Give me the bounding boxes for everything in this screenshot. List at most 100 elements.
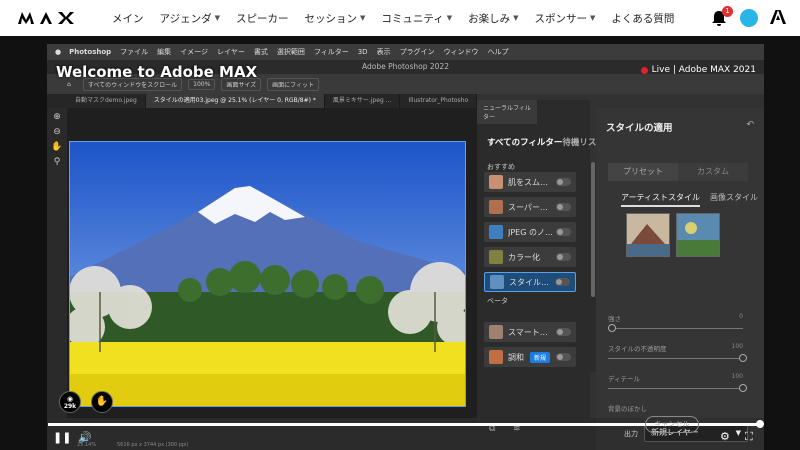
slider-detail[interactable]: ディテール 100 [608, 373, 747, 392]
pause-button[interactable]: ❚❚ [53, 431, 71, 444]
settings-button[interactable]: ⚙ [720, 430, 730, 443]
sign-language-button[interactable]: ✋ [91, 391, 113, 413]
menu-filter[interactable]: フィルター [314, 47, 349, 57]
chevron-down-icon: ▼ [735, 429, 741, 437]
menu-image[interactable]: イメージ [180, 47, 208, 57]
zoom-tool-icon[interactable]: ⚲ [47, 155, 67, 170]
menu-layer[interactable]: レイヤー [217, 47, 245, 57]
filter-style-transfer[interactable]: スタイル… [484, 272, 576, 292]
filter-toggle[interactable] [556, 178, 571, 186]
tab-artist-style[interactable]: アーティストスタイル [621, 192, 701, 207]
zoom-in-icon[interactable]: ⊕ [47, 110, 67, 125]
canvas-area[interactable] [67, 108, 477, 418]
filter-colorize[interactable]: カラー化 [484, 247, 576, 267]
chevron-down-icon: ▼ [359, 14, 366, 22]
filter-toggle[interactable] [556, 203, 571, 211]
filter-harmonization[interactable]: 調和 新規 [484, 347, 576, 367]
filter-toggle[interactable] [555, 278, 570, 286]
portrait-thumbnail [489, 200, 503, 214]
slider-strength[interactable]: 強さ 0 [608, 313, 743, 332]
beta-section-label: ベータ [487, 297, 508, 305]
tab-auto-mask[interactable]: 自動マスクdemo.jpeg [67, 94, 146, 108]
menu-type[interactable]: 書式 [254, 47, 268, 57]
neural-filters-panel: ニューラルフィルター すべてのフィルター待機リスト おすすめ 肌をスム… スーパ… [477, 100, 605, 418]
progress-knob[interactable] [756, 420, 764, 428]
filter-toggle[interactable] [556, 328, 571, 336]
menu-window[interactable]: ウィンドウ [444, 47, 479, 57]
filter-skin-smoothing[interactable]: 肌をスム… [484, 172, 576, 192]
style-thumbnail-wave[interactable] [626, 213, 670, 257]
slider-background-blur[interactable]: 背景のぼかし [608, 403, 743, 413]
nav-item-community[interactable]: コミュニティ ▼ [373, 0, 460, 36]
slider-knob[interactable] [608, 324, 616, 332]
neural-filter-tabs: すべてのフィルター待機リスト [487, 136, 605, 148]
menu-3d[interactable]: 3D [358, 48, 368, 56]
neural-filters-tab[interactable]: ニューラルフィルター [477, 100, 537, 124]
tab-all-filters[interactable]: すべてのフィルター [487, 138, 562, 148]
filter-smart-portrait[interactable]: スマート… [484, 322, 576, 342]
nav-item-sessions[interactable]: セッション ▼ [296, 0, 373, 36]
scrollbar-thumb[interactable] [591, 162, 595, 297]
adobe-logo-icon[interactable] [770, 9, 786, 28]
segment-preset[interactable]: プリセット [608, 163, 678, 181]
style-thumbnail [490, 275, 504, 289]
chevron-down-icon: ▼ [590, 14, 596, 22]
tab-style-transfer[interactable]: スタイルの適用03.jpeg @ 25.1% (レイヤー 0, RGB/8#) … [145, 94, 325, 108]
menu-help[interactable]: ヘルプ [488, 47, 509, 57]
slider-style-opacity[interactable]: スタイルの不透明度 100 [608, 343, 747, 362]
menu-photoshop[interactable]: Photoshop [69, 48, 111, 56]
nav-item-agenda[interactable]: アジェンダ ▼ [152, 0, 228, 36]
menu-edit[interactable]: 編集 [157, 47, 171, 57]
tab-landscape-mixer[interactable]: 風景ミキサー.jpeg ... [325, 94, 401, 108]
avatar[interactable] [740, 9, 758, 27]
chevron-down-icon: ▼ [446, 14, 453, 22]
menu-file[interactable]: ファイル [120, 47, 148, 57]
nav-icons: 1 [710, 0, 786, 36]
chevron-down-icon: ▼ [513, 14, 519, 22]
volume-button[interactable]: 🔊 [78, 431, 92, 444]
menu-view[interactable]: 表示 [377, 47, 391, 57]
nav-item-speakers[interactable]: スピーカー [228, 0, 297, 36]
portrait-thumbnail [489, 175, 503, 189]
gear-icon: ⚙ [720, 430, 730, 443]
undo-icon[interactable]: ↶ [746, 120, 754, 130]
zoom-out-icon[interactable]: ⊖ [47, 125, 67, 140]
filter-toggle[interactable] [556, 228, 571, 236]
viewer-count[interactable]: ◉ 29k [59, 391, 81, 413]
style-transfer-panel: スタイルの適用 ↶ プリセット カスタム アーティストスタイル 画像スタイル 強… [596, 108, 764, 418]
nav-item-fun[interactable]: お楽しみ ▼ [460, 0, 526, 36]
nav-item-faq[interactable]: よくある質問 [603, 0, 682, 36]
top-navigation: メイン アジェンダ ▼ スピーカー セッション ▼ コミュニティ ▼ お楽しみ ▼ スポ… [0, 0, 800, 36]
slider-knob[interactable] [739, 384, 747, 392]
bell-icon[interactable]: 1 [710, 6, 733, 27]
home-icon[interactable]: ⌂ [67, 81, 71, 88]
panel-title: スタイルの適用 [606, 123, 673, 134]
cancel-button[interactable]: キャンセル [645, 416, 699, 433]
speaker-icon: 🔊 [78, 431, 92, 444]
filter-super-zoom[interactable]: スーパー… [484, 197, 576, 217]
slider-knob[interactable] [739, 354, 747, 362]
filter-jpeg-artifacts[interactable]: JPEG のノ… [484, 222, 576, 242]
style-thumbnail-starry[interactable] [676, 213, 720, 257]
notification-badge: 1 [722, 6, 733, 17]
document-tabs: 自動マスクdemo.jpeg スタイルの適用03.jpeg @ 25.1% (レ… [47, 94, 477, 108]
nav-item-main[interactable]: メイン [104, 0, 152, 36]
nav-item-sponsors[interactable]: スポンサー ▼ [527, 0, 604, 36]
document-image[interactable] [69, 141, 466, 407]
menu-plugins[interactable]: プラグイン [400, 47, 435, 57]
segment-custom[interactable]: カスタム [678, 163, 748, 181]
adobe-max-logo[interactable] [18, 11, 90, 25]
photoshop-window: ● Photoshop ファイル 編集 イメージ レイヤー 書式 選択範囲 フィ… [47, 44, 764, 450]
output-label: 出力 [624, 430, 638, 438]
tab-image-style[interactable]: 画像スタイル [710, 192, 758, 207]
filter-toggle[interactable] [556, 253, 571, 261]
hand-tool-icon[interactable]: ✋ [47, 140, 67, 155]
nav-items: メイン アジェンダ ▼ スピーカー セッション ▼ コミュニティ ▼ お楽しみ ▼ スポ… [104, 0, 682, 36]
fill-screen-button[interactable]: 画面にフィット [267, 77, 320, 91]
menu-select[interactable]: 選択範囲 [277, 47, 305, 57]
filter-toggle[interactable] [556, 353, 571, 361]
tab-illustrator[interactable]: Illustrator_Photosho [400, 94, 477, 108]
eye-icon: ◉ [66, 395, 74, 403]
apple-icon[interactable]: ● [55, 48, 61, 56]
fullscreen-button[interactable]: ⛶ [745, 430, 753, 444]
